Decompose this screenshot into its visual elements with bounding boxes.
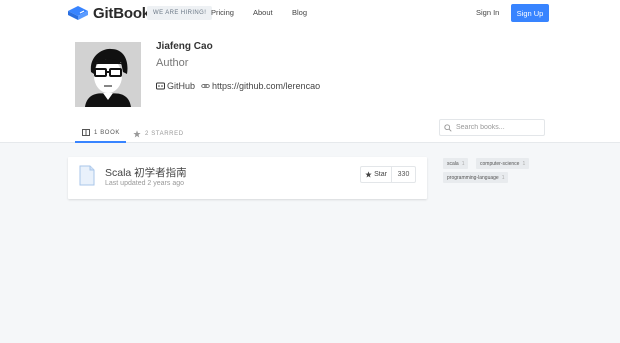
avatar <box>75 42 141 107</box>
tag-scala[interactable]: scala 1 <box>443 158 469 169</box>
gitbook-logo-icon <box>68 6 88 20</box>
star-icon <box>133 129 141 137</box>
search-icon <box>444 123 452 132</box>
tag-programming-language[interactable]: programming-language 1 <box>443 172 509 183</box>
star-button[interactable]: Star <box>361 167 392 182</box>
tab-starred-label: 2 STARRED <box>145 130 184 137</box>
website-link[interactable]: https://github.com/lerencao <box>201 81 320 91</box>
profile-role: Author <box>156 57 189 69</box>
github-link[interactable]: GitHub <box>156 81 195 91</box>
star-button-label: Star <box>374 171 387 178</box>
gitbook-logo[interactable]: GitBook <box>67 4 150 22</box>
brand-name: GitBook <box>93 4 150 22</box>
tag-count: 1 <box>522 160 526 167</box>
tag-name: computer-science <box>480 160 520 167</box>
link-icon <box>201 83 210 89</box>
tag-name: scala <box>447 160 459 167</box>
document-icon <box>79 165 95 186</box>
star-button-group: Star 330 <box>360 166 416 183</box>
tag-count: 1 <box>461 160 465 167</box>
main-content: Scala 初学者指南 Last updated 2 years ago Sta… <box>0 143 620 343</box>
book-icon <box>82 129 90 136</box>
tag-count: 1 <box>501 174 505 181</box>
nav-blog-link[interactable]: Blog <box>292 8 307 17</box>
tab-books-label: 1 BOOK <box>94 129 120 136</box>
star-count[interactable]: 330 <box>392 167 415 182</box>
nav-pricing-link[interactable]: Pricing <box>211 8 234 17</box>
book-updated: Last updated 2 years ago <box>105 180 185 187</box>
book-card[interactable]: Scala 初学者指南 Last updated 2 years ago Sta… <box>68 157 427 199</box>
website-link-label: https://github.com/lerencao <box>212 81 321 91</box>
star-icon <box>365 171 372 178</box>
top-navigation: GitBook WE ARE HIRING! Pricing About Blo… <box>0 0 620 28</box>
tag-name: programming-language <box>447 174 499 181</box>
book-title[interactable]: Scala 初学者指南 <box>105 165 187 180</box>
search-box[interactable] <box>439 119 545 136</box>
profile-links: GitHub https://github.com/lerencao <box>156 81 326 91</box>
hiring-badge[interactable]: WE ARE HIRING! <box>147 6 213 20</box>
sign-up-button[interactable]: Sign Up <box>511 4 549 22</box>
sign-in-link[interactable]: Sign In <box>476 8 499 17</box>
nav-about-link[interactable]: About <box>253 8 273 17</box>
avatar-image <box>75 42 141 107</box>
search-input[interactable] <box>456 124 536 131</box>
tab-books[interactable]: 1 BOOK <box>75 124 126 143</box>
profile-name: Jiafeng Cao <box>156 41 213 52</box>
profile-header: Jiafeng Cao Author GitHub https://github… <box>0 28 620 143</box>
github-icon <box>156 82 165 90</box>
tab-starred[interactable]: 2 STARRED <box>133 124 184 143</box>
github-link-label: GitHub <box>167 81 196 91</box>
tag-computer-science[interactable]: computer-science 1 <box>476 158 530 169</box>
